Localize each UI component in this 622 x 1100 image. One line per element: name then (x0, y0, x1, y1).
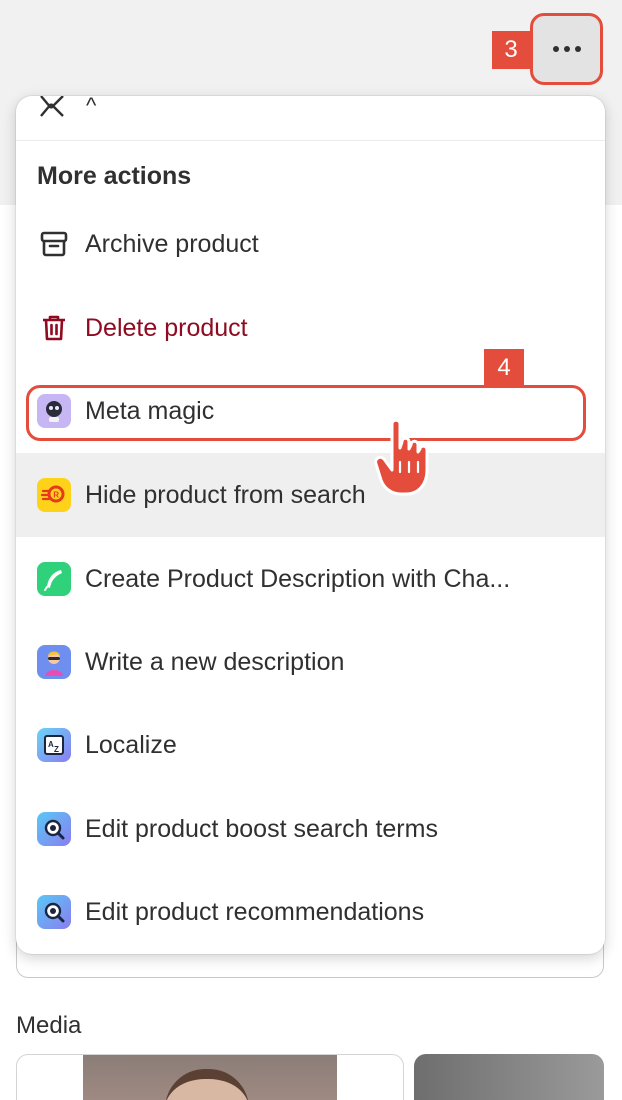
menu-heading: More actions (37, 162, 192, 190)
menu-item-label: Archive product (85, 229, 259, 258)
chatgpt-description-app-icon (37, 562, 71, 596)
search-boost-app-icon (37, 812, 71, 846)
localize-app-icon: A Z (37, 728, 71, 762)
recommendations-app-icon (37, 895, 71, 929)
menu-item-localize[interactable]: A Z Localize (16, 703, 605, 787)
menu-item-create-product-description[interactable]: Create Product Description with Cha... (16, 537, 605, 621)
svg-text:R: R (53, 491, 59, 500)
pointer-hand-icon (374, 418, 429, 496)
menu-item-label: Edit product boost search terms (85, 814, 438, 843)
ellipsis-icon (552, 46, 559, 52)
x-logo-icon (40, 96, 64, 117)
ellipsis-icon-dot (574, 46, 581, 52)
menu-item-write-new-description[interactable]: Write a new description (16, 620, 605, 704)
media-heading: Media (16, 1012, 82, 1039)
menu-item-label: Delete product (85, 313, 248, 342)
menu-scroll-peek: ^ (38, 96, 96, 126)
menu-divider (16, 140, 605, 141)
menu-item-label: Edit product recommendations (85, 897, 425, 926)
menu-item-archive-product[interactable]: Archive product (16, 202, 605, 286)
media-thumbnail[interactable] (414, 1054, 604, 1100)
ellipsis-icon-dot (563, 46, 570, 52)
media-thumbnail[interactable] (16, 1054, 404, 1100)
menu-item-edit-boost-search-terms[interactable]: Edit product boost search terms (16, 787, 605, 871)
step-3-badge: 3 (492, 31, 530, 69)
menu-item-label: Localize (85, 730, 177, 759)
menu-item-hide-product-from-search[interactable]: R Hide product from search (16, 453, 605, 537)
more-actions-menu: ^ More actions Archive product Delete pr… (16, 96, 605, 954)
write-description-app-icon (37, 645, 71, 679)
menu-item-label: Write a new description (85, 647, 345, 676)
trash-icon (37, 311, 71, 345)
menu-item-edit-product-recommendations[interactable]: Edit product recommendations (16, 870, 605, 954)
step-4-highlight (26, 385, 586, 441)
svg-text:Z: Z (54, 745, 59, 754)
hide-from-search-app-icon: R (37, 478, 71, 512)
more-actions-button[interactable] (530, 13, 603, 85)
step-4-badge: 4 (484, 349, 524, 387)
menu-item-label: Hide product from search (85, 480, 366, 509)
menu-item-label: Create Product Description with Cha... (85, 564, 511, 593)
archive-icon (37, 227, 71, 261)
chevron-up-text: ^ (86, 96, 97, 118)
